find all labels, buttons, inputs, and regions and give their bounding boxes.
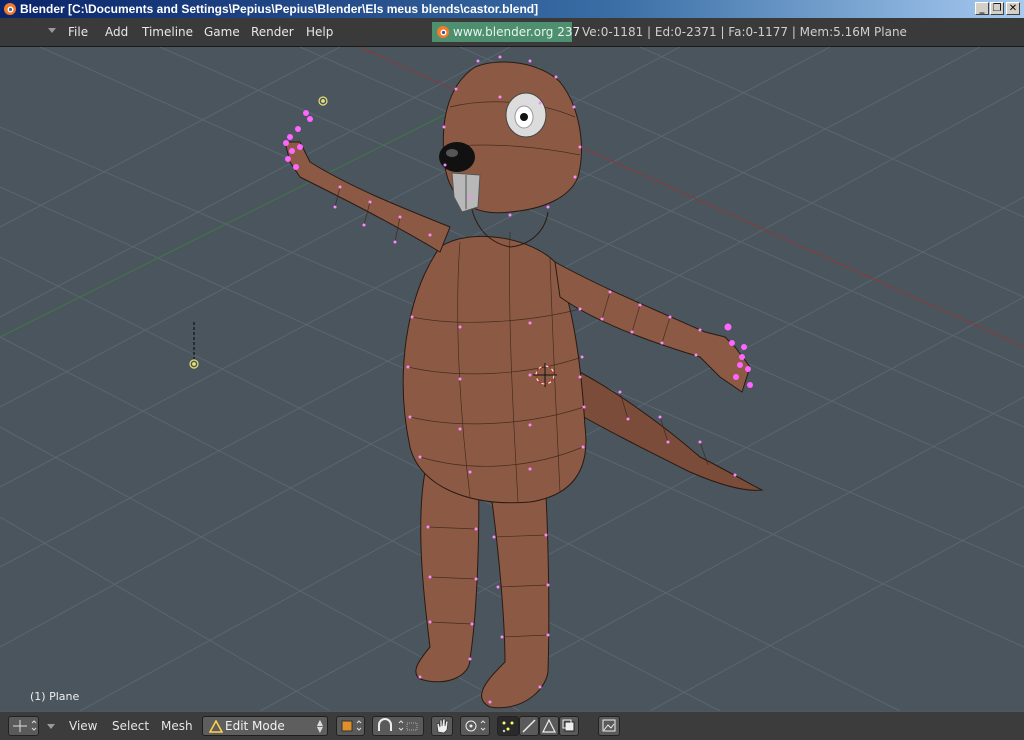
minimize-button[interactable]: _ [975,2,989,15]
view-menu[interactable]: View [69,719,97,733]
viewport-scene [0,47,1024,711]
mesh-menu[interactable]: Mesh [161,719,193,733]
blender-org-link[interactable]: www.blender.org 237 [432,22,580,42]
image-icon [602,719,616,732]
face-select-icon [542,718,556,733]
window-title: Blender [C:\Documents and Settings\Pepiu… [20,2,539,16]
hand-tool-button[interactable] [431,716,453,736]
blender-org-link-label: www.blender.org 237 [453,25,581,39]
occlude-background-button[interactable] [559,716,579,736]
menu-game[interactable]: Game [204,25,240,39]
pivot-icon [378,718,418,731]
lamp [189,96,328,369]
editor-type-button[interactable] [8,716,39,736]
occlude-icon [562,719,575,732]
view3d-header: View Select Mesh Edit Mode ▲ ▼ [0,711,1024,740]
mode-selector[interactable]: Edit Mode ▲ ▼ [202,716,328,736]
blender-logo-icon [4,3,16,15]
proportional-edit-button[interactable] [460,716,490,736]
3d-viewport[interactable]: (1) Plane [0,47,1024,711]
select-arrows-icon: ▲ ▼ [316,718,323,734]
header-collapse-icon[interactable] [47,724,55,729]
render-preview-button[interactable] [598,716,620,736]
beaver-eye [505,92,547,138]
mode-selector-label: Edit Mode [225,719,285,733]
maximize-button[interactable]: ❐ [990,2,1004,15]
menu-file[interactable]: File [68,25,88,39]
draw-type-button[interactable] [336,716,365,736]
title-bar: Blender [C:\Documents and Settings\Pepiu… [0,0,1024,18]
draw-type-icon [341,720,362,732]
hand-icon [436,718,449,734]
select-menu[interactable]: Select [112,719,149,733]
vertex-select-button[interactable] [497,716,519,736]
vertex-select-icon [502,721,514,733]
proportional-edit-icon [465,720,486,732]
menu-add[interactable]: Add [105,25,128,39]
active-object-label: (1) Plane [30,690,80,703]
blender-logo-icon [437,26,449,38]
menu-collapse-icon[interactable] [48,28,56,33]
editor-type-icon [13,720,37,732]
pivot-button[interactable] [372,716,424,736]
close-button[interactable]: ✕ [1006,2,1020,15]
menu-render[interactable]: Render [251,25,294,39]
edge-select-icon [522,719,536,733]
beaver-nose-teeth [439,142,481,213]
face-select-button[interactable] [539,716,559,736]
menu-timeline[interactable]: Timeline [142,25,193,39]
edit-mode-icon [209,720,223,733]
edge-select-button[interactable] [519,716,539,736]
menu-help[interactable]: Help [306,25,333,39]
scene-stats: Ve:0-1181 | Ed:0-2371 | Fa:0-1177 | Mem:… [582,25,907,39]
